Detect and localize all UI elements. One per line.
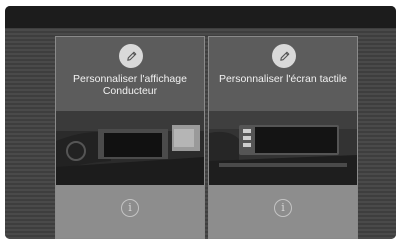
info-icon[interactable]: i	[121, 199, 139, 217]
display-screen: Personnaliser l'affichage Conducteur i P…	[5, 6, 396, 239]
device-frame: Personnaliser l'affichage Conducteur i P…	[0, 0, 402, 243]
status-bar	[5, 6, 396, 28]
pencil-icon	[279, 51, 289, 61]
pencil-icon	[126, 51, 136, 61]
driver-display-photo	[56, 111, 204, 185]
card-info-area[interactable]: i	[209, 185, 357, 238]
card-driver-display[interactable]: Personnaliser l'affichage Conducteur i	[55, 36, 205, 239]
card-touchscreen[interactable]: Personnaliser l'écran tactile i	[208, 36, 358, 239]
edit-driver-display-button[interactable]	[119, 44, 143, 68]
card-label: Personnaliser l'affichage Conducteur	[73, 73, 187, 97]
card-label: Personnaliser l'écran tactile	[218, 73, 348, 85]
info-icon[interactable]: i	[274, 199, 292, 217]
touchscreen-photo	[209, 111, 357, 185]
edit-touchscreen-button[interactable]	[272, 44, 296, 68]
card-info-area[interactable]: i	[56, 185, 204, 238]
